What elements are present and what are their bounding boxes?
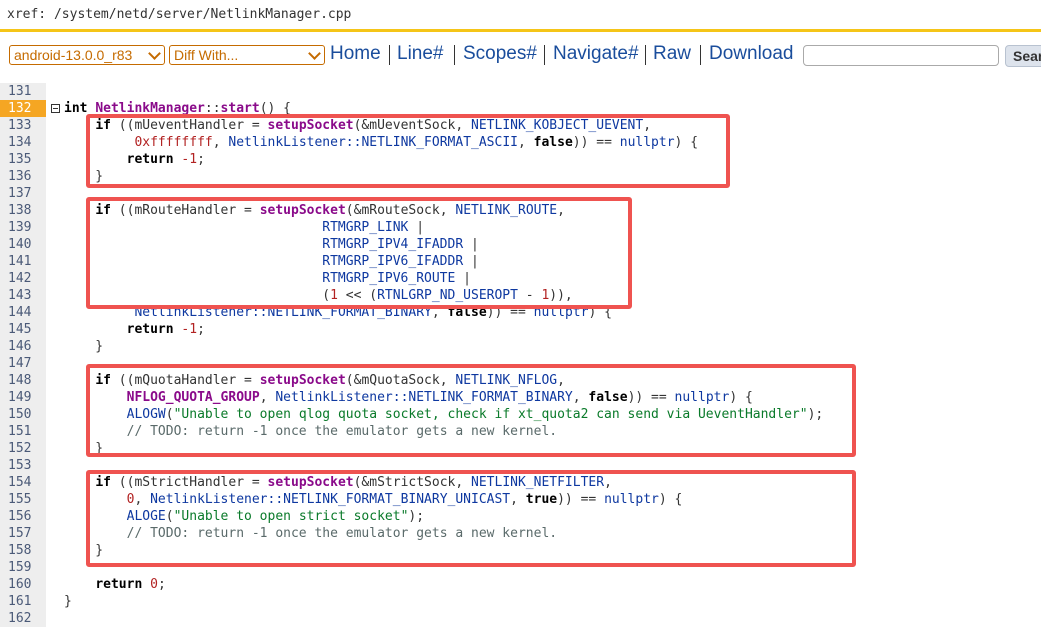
branch-select[interactable]: android-13.0.0_r83: [9, 45, 165, 65]
line-number[interactable]: 144: [0, 304, 46, 321]
line-number[interactable]: 157: [0, 525, 46, 542]
home-link[interactable]: Home: [330, 43, 381, 65]
code-token: -1: [181, 322, 198, 337]
search-input[interactable]: [803, 45, 999, 66]
nav-separator: [454, 45, 455, 65]
annotation-box: [86, 364, 856, 457]
line-number[interactable]: 160: [0, 576, 46, 593]
chevron-down-icon: [148, 47, 161, 60]
line-number[interactable]: 146: [0, 338, 46, 355]
line-number[interactable]: 152: [0, 440, 46, 457]
code-line: 146 }: [0, 338, 1041, 355]
diff-with-select[interactable]: Diff With...: [169, 45, 325, 65]
code-line: 160 return 0;: [0, 576, 1041, 593]
code-text: }: [64, 338, 103, 355]
line-number[interactable]: 145: [0, 321, 46, 338]
line-number[interactable]: 162: [0, 610, 46, 627]
download-link[interactable]: Download: [709, 43, 794, 65]
code-token: ;: [157, 577, 166, 592]
line-number-link[interactable]: Line#: [397, 43, 444, 65]
line-number[interactable]: 153: [0, 457, 46, 474]
line-number[interactable]: 149: [0, 389, 46, 406]
code-token: return: [95, 577, 143, 592]
code-token: return: [126, 322, 174, 337]
annotation-box: [86, 197, 632, 309]
line-number[interactable]: 142: [0, 270, 46, 287]
raw-link[interactable]: Raw: [653, 43, 691, 65]
code-line: 131: [0, 83, 1041, 100]
scopes-link[interactable]: Scopes#: [463, 43, 537, 65]
line-number[interactable]: 139: [0, 219, 46, 236]
code-text: return -1;: [64, 321, 205, 338]
code-token: 0: [150, 577, 158, 592]
xref-header: xref: /system/netd/server/NetlinkManager…: [0, 0, 1041, 32]
line-number[interactable]: 133: [0, 117, 46, 134]
chevron-down-icon: [308, 47, 321, 60]
line-number[interactable]: 147: [0, 355, 46, 372]
line-number[interactable]: 135: [0, 151, 46, 168]
line-number[interactable]: 148: [0, 372, 46, 389]
code-token: ;: [197, 322, 205, 337]
line-number[interactable]: 134: [0, 134, 46, 151]
branch-select-value: android-13.0.0_r83: [14, 47, 133, 63]
line-number[interactable]: 159: [0, 559, 46, 576]
line-number[interactable]: 141: [0, 253, 46, 270]
line-number[interactable]: 151: [0, 423, 46, 440]
line-number[interactable]: 143: [0, 287, 46, 304]
line-number[interactable]: 155: [0, 491, 46, 508]
code-token: }: [64, 339, 104, 354]
xref-path: xref: /system/netd/server/NetlinkManager…: [7, 7, 352, 22]
line-number[interactable]: 132: [0, 100, 46, 117]
line-number[interactable]: 158: [0, 542, 46, 559]
annotation-box: [86, 114, 730, 188]
annotation-box: [86, 470, 856, 567]
diff-select-value: Diff With...: [174, 47, 239, 63]
code-token: }: [64, 594, 72, 609]
code-line: 145 return -1;: [0, 321, 1041, 338]
navigate-link[interactable]: Navigate#: [553, 43, 639, 65]
nav-separator: [645, 45, 646, 65]
code-line: 162: [0, 610, 1041, 627]
line-number[interactable]: 140: [0, 236, 46, 253]
toolbar: android-13.0.0_r83 Diff With... Home Lin…: [0, 42, 1041, 72]
nav-separator: [700, 45, 701, 65]
line-number[interactable]: 161: [0, 593, 46, 610]
code-line: 161}: [0, 593, 1041, 610]
nav-separator: [544, 45, 545, 65]
line-number[interactable]: 156: [0, 508, 46, 525]
line-number[interactable]: 154: [0, 474, 46, 491]
nav-separator: [389, 45, 390, 65]
line-number[interactable]: 137: [0, 185, 46, 202]
line-number[interactable]: 131: [0, 83, 46, 100]
line-number[interactable]: 138: [0, 202, 46, 219]
search-button[interactable]: Search: [1005, 45, 1041, 67]
line-number[interactable]: 136: [0, 168, 46, 185]
fold-collapse-icon[interactable]: [51, 104, 60, 113]
code-text: }: [64, 593, 72, 610]
line-number[interactable]: 150: [0, 406, 46, 423]
code-text: return 0;: [64, 576, 166, 593]
